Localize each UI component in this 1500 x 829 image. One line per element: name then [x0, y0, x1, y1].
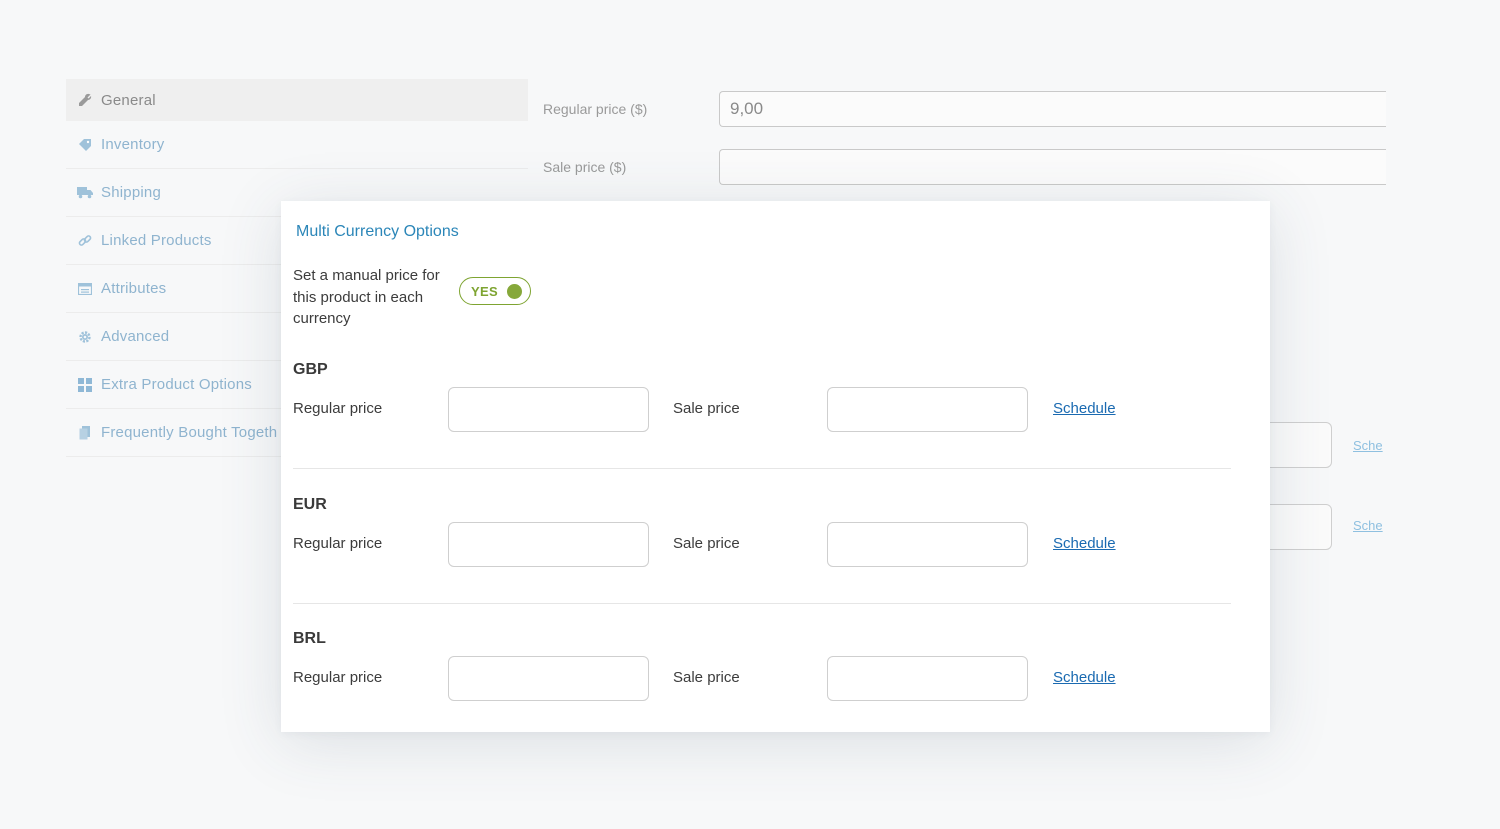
toggle-knob — [507, 284, 522, 299]
tab-inventory[interactable]: Inventory — [66, 121, 528, 169]
sale-price-label: Sale price — [673, 669, 740, 686]
gear-icon — [77, 329, 93, 345]
regular-price-label: Regular price — [293, 669, 383, 686]
tab-shipping-label: Shipping — [101, 184, 161, 201]
brl-schedule-link[interactable]: Schedule — [1053, 669, 1116, 686]
tab-frequently-bought-together-label: Frequently Bought Togeth — [101, 424, 278, 441]
grid-icon — [77, 377, 93, 393]
brl-regular-price-input[interactable] — [448, 656, 649, 701]
link-icon — [77, 233, 93, 249]
background-price-input[interactable] — [1262, 422, 1332, 468]
tab-advanced-label: Advanced — [101, 328, 170, 345]
sale-price-label: Sale price ($) — [543, 159, 627, 175]
eur-sale-price-input[interactable] — [827, 522, 1028, 567]
tab-linked-products-label: Linked Products — [101, 232, 212, 249]
sale-price-label: Sale price — [673, 535, 740, 552]
eur-schedule-link[interactable]: Schedule — [1053, 535, 1116, 552]
manual-price-label: Set a manual price for this product in e… — [293, 267, 440, 327]
currency-code: GBP — [293, 361, 328, 378]
brl-sale-price-input[interactable] — [827, 656, 1028, 701]
wrench-icon — [77, 92, 93, 108]
background-schedule-link[interactable]: Sche — [1353, 518, 1387, 533]
background-price-input[interactable] — [1262, 504, 1332, 550]
background-schedule-link[interactable]: Sche — [1353, 438, 1387, 453]
section-divider — [293, 468, 1231, 469]
panel-title: Multi Currency Options — [296, 223, 459, 240]
gbp-sale-price-input[interactable] — [827, 387, 1028, 432]
tab-attributes-label: Attributes — [101, 280, 167, 297]
copy-icon — [77, 425, 93, 441]
section-divider — [293, 603, 1231, 604]
currency-price-row: Regular price Sale price Schedule — [293, 656, 1231, 702]
gbp-schedule-link[interactable]: Schedule — [1053, 400, 1116, 417]
sale-price-row: Sale price ($) — [543, 149, 1386, 185]
toggle-label: YES — [471, 283, 498, 299]
list-icon — [77, 281, 93, 297]
currency-code: BRL — [293, 630, 326, 647]
currency-price-row: Regular price Sale price Schedule — [293, 522, 1231, 568]
sale-price-label: Sale price — [673, 400, 740, 417]
gbp-regular-price-input[interactable] — [448, 387, 649, 432]
regular-price-label: Regular price — [293, 535, 383, 552]
regular-price-label: Regular price ($) — [543, 101, 648, 117]
regular-price-row: Regular price ($) 9,00 — [543, 91, 1386, 127]
eur-regular-price-input[interactable] — [448, 522, 649, 567]
truck-icon — [77, 185, 93, 201]
tab-extra-product-options-label: Extra Product Options — [101, 376, 252, 393]
currency-price-row: Regular price Sale price Schedule — [293, 387, 1231, 433]
sale-price-input[interactable] — [719, 149, 1386, 185]
tab-inventory-label: Inventory — [101, 136, 165, 153]
regular-price-input[interactable]: 9,00 — [719, 91, 1386, 127]
tag-icon — [77, 137, 93, 153]
tab-general-label: General — [101, 91, 156, 109]
regular-price-label: Regular price — [293, 400, 383, 417]
currency-code: EUR — [293, 496, 327, 513]
multi-currency-panel: Multi Currency Options Set a manual pric… — [281, 201, 1270, 732]
manual-price-toggle[interactable]: YES — [459, 277, 531, 305]
tab-general[interactable]: General — [66, 79, 528, 121]
